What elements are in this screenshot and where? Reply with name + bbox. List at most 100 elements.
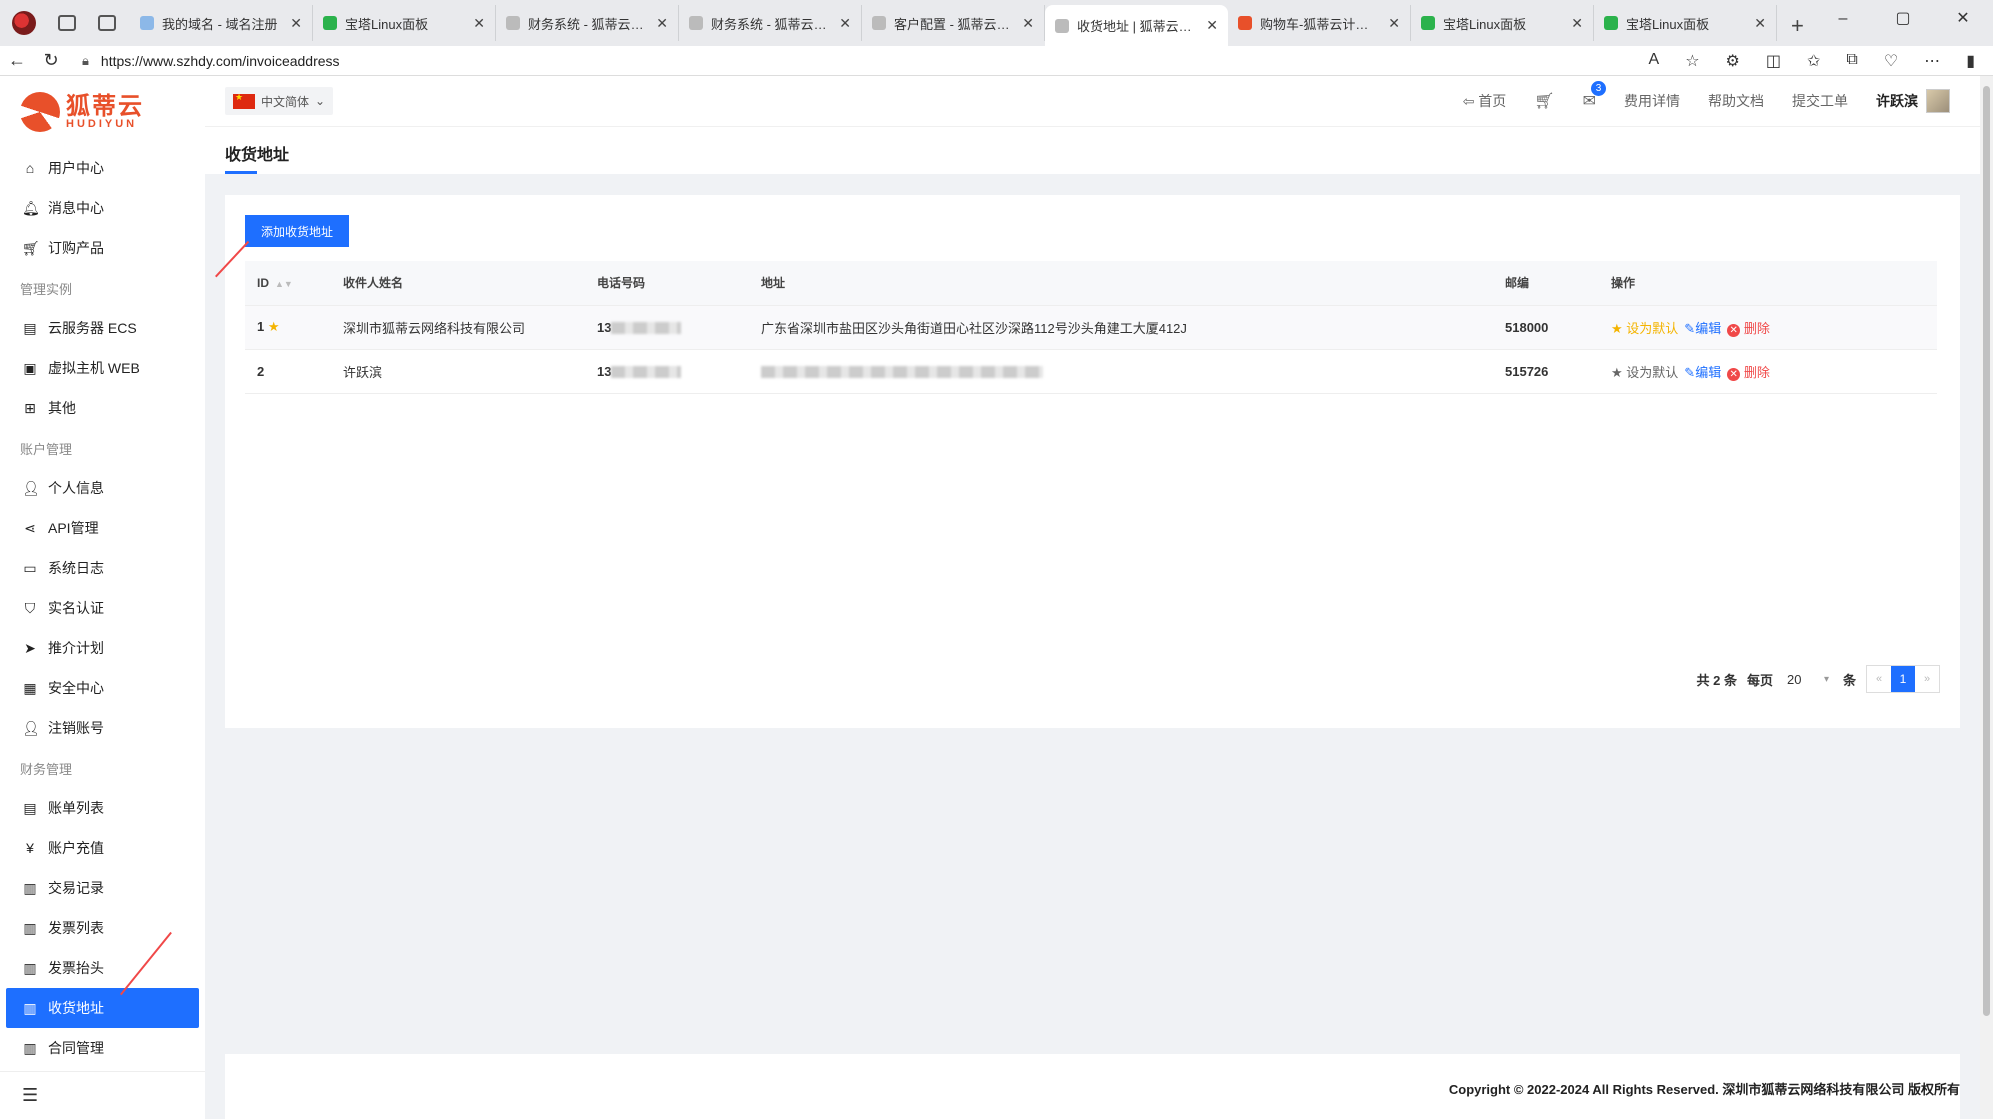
collections-icon[interactable]: ⧉ [1846,51,1857,71]
sidebar-item[interactable]: 🛒︎ 订购产品 [0,228,205,268]
browser-tab[interactable]: 收货地址 | 狐蒂云计算 ✕ [1045,5,1228,46]
help-docs-link[interactable]: 帮助文档 [1708,91,1764,111]
shield-icon: ⛉ [24,599,36,616]
row-actions: ★ 设为默认 ✎编辑 ✕ 删除 [1611,318,1937,337]
new-tab-icon[interactable]: + [1777,13,1818,39]
browser-tab[interactable]: 我的域名 - 域名注册 ✕ [130,5,313,41]
minimize-icon[interactable]: – [1813,0,1873,40]
extensions-icon[interactable]: ⚙ [1726,51,1740,71]
sidebar-item[interactable]: ▥ 发票抬头 [0,948,205,988]
page-size-select[interactable]: 20 ▾ [1783,666,1833,692]
copyright-text: Copyright © 2022-2024 All Rights Reserve… [1448,1082,1960,1097]
set-default-link[interactable]: ★ 设为默认 [1611,362,1678,381]
table-row: 1 ★ 深圳市狐蒂云网络科技有限公司 13 广东省深圳市盐田区沙头角街道田心社区沙深路… [245,305,1937,350]
sidebar-item[interactable]: ⌂ 用户中心 [0,148,205,188]
sidebar-item[interactable]: 👤︎ 注销账号 [0,708,205,748]
language-select[interactable]: 中文简体 ⌄ [225,87,334,115]
sidebar-item-label: 发票抬头 [48,960,104,976]
close-tab-icon[interactable]: ✕ [656,15,668,32]
profile-avatar-icon[interactable] [12,11,36,35]
sidebar-item[interactable]: ⛉ 实名认证 [0,588,205,628]
sidebar-item[interactable]: ▣ 虚拟主机 WEB [0,348,205,388]
browser-tab-lead [0,0,130,46]
lock-icon[interactable]: 🔒︎ [82,53,89,69]
sort-icon[interactable]: ▲▼ [275,279,293,289]
browser-tab[interactable]: 购物车-狐蒂云计算平台 ✕ [1228,5,1411,41]
sidebar-item[interactable]: 🔔︎ 消息中心 [0,188,205,228]
maximize-icon[interactable]: ▢ [1873,0,1933,40]
collapse-menu-icon[interactable]: ☰ [0,1071,205,1119]
sidebar-item[interactable]: ⊞ 其他 [0,388,205,428]
favorites-icon[interactable]: ✩ [1807,51,1820,71]
address-cell: 广东省深圳市盐田区沙头角街道田心社区沙深路112号沙头角建工大厦412J [749,305,1493,350]
sidebar-item[interactable]: ▥ 交易记录 [0,868,205,908]
close-tab-icon[interactable]: ✕ [1206,17,1218,34]
user-menu[interactable]: 许跃滨 [1876,89,1950,113]
page-button-current[interactable]: 1 [1891,666,1915,692]
name-cell: 深圳市狐蒂云网络科技有限公司 [331,305,585,350]
home-link[interactable]: ⇦ 首页 [1463,91,1507,111]
url-text[interactable]: https://www.szhdy.com/invoiceaddress [101,53,1649,69]
favorite-star-icon[interactable]: ☆ [1685,51,1699,71]
cart-top-icon[interactable]: 🛒︎ [1534,91,1554,111]
delete-link[interactable]: ✕ 删除 [1727,318,1770,337]
edit-link[interactable]: ✎编辑 [1684,318,1721,337]
close-tab-icon[interactable]: ✕ [473,15,485,32]
reload-icon[interactable]: ↻ [34,50,68,71]
logo[interactable]: 狐蒂云 HUDIYUN [0,76,205,148]
next-page-icon[interactable]: » [1915,666,1939,692]
browser-tab[interactable]: 财务系统 - 狐蒂云计算 ✕ [496,5,679,41]
scrollbar-thumb[interactable] [1983,86,1990,1016]
close-tab-icon[interactable]: ✕ [1571,15,1583,32]
address-icon: ▥ [23,999,37,1016]
close-window-icon[interactable]: ✕ [1933,0,1993,40]
sidebar-item[interactable]: ⋖ API管理 [0,508,205,548]
close-tab-icon[interactable]: ✕ [1022,15,1034,32]
add-address-button[interactable]: 添加收货地址 [245,215,349,247]
browser-tab[interactable]: 宝塔Linux面板 ✕ [1594,5,1777,41]
browser-tab[interactable]: 宝塔Linux面板 ✕ [1411,5,1594,41]
prev-page-icon[interactable]: « [1867,666,1891,692]
browser-essentials-icon[interactable]: ♡ [1884,51,1898,71]
sidebar-item[interactable]: 👤︎ 个人信息 [0,468,205,508]
browser-tab[interactable]: 客户配置 - 狐蒂云计算 ✕ [862,5,1045,41]
chevron-down-icon: ▾ [1823,673,1829,685]
browser-tab[interactable]: 宝塔Linux面板 ✕ [313,5,496,41]
sidebar-item[interactable]: ▥ 合同管理 [0,1028,205,1068]
more-options-icon[interactable]: ⋯ [1924,51,1940,71]
close-tab-icon[interactable]: ✕ [839,15,851,32]
sidebar-item[interactable]: ➤ 推介计划 [0,628,205,668]
sidebar-item[interactable]: ▥ 发票列表 [0,908,205,948]
log-icon: ▭ [23,559,37,576]
sidebar-item[interactable]: ▥ 收货地址 [6,988,199,1028]
set-default-link[interactable]: ★ 设为默认 [1611,318,1678,337]
invoice-icon: ▥ [23,919,37,936]
close-tab-icon[interactable]: ✕ [1388,15,1400,32]
page-title: 收货地址 [225,147,290,164]
home-icon: ⌂ [25,160,35,176]
fee-details-link[interactable]: 费用详情 [1624,91,1680,111]
close-tab-icon[interactable]: ✕ [290,15,302,32]
edit-link[interactable]: ✎编辑 [1684,362,1721,381]
mail-icon[interactable]: ✉ 3 [1583,81,1606,111]
sidebar-item[interactable]: ▭ 系统日志 [0,548,205,588]
col-name: 收件人姓名 [331,261,585,306]
window-controls: – ▢ ✕ [1813,0,1993,40]
submit-ticket-link[interactable]: 提交工单 [1792,91,1848,111]
sidebar-item[interactable]: ▤ 云服务器 ECS [0,308,205,348]
bell-icon: 🔔︎ [22,199,40,216]
sidebar-toggle-icon[interactable]: ▮ [1966,51,1975,71]
page-scrollbar[interactable] [1980,76,1993,1119]
sidebar-item[interactable]: ▤ 账单列表 [0,788,205,828]
back-icon[interactable]: ← [0,50,34,71]
split-screen-icon[interactable]: ◫ [1766,51,1781,71]
tab-actions-icon[interactable] [98,15,116,31]
sidebar-item[interactable]: ▦ 安全中心 [0,668,205,708]
close-tab-icon[interactable]: ✕ [1754,15,1766,32]
delete-link[interactable]: ✕ 删除 [1727,362,1770,381]
browser-tab[interactable]: 财务系统 - 狐蒂云计算 ✕ [679,5,862,41]
workspaces-icon[interactable] [58,15,76,31]
col-id[interactable]: ID ▲▼ [245,261,331,306]
sidebar-item[interactable]: ¥ 账户充值 [0,828,205,868]
read-aloud-icon[interactable]: A [1649,51,1660,71]
